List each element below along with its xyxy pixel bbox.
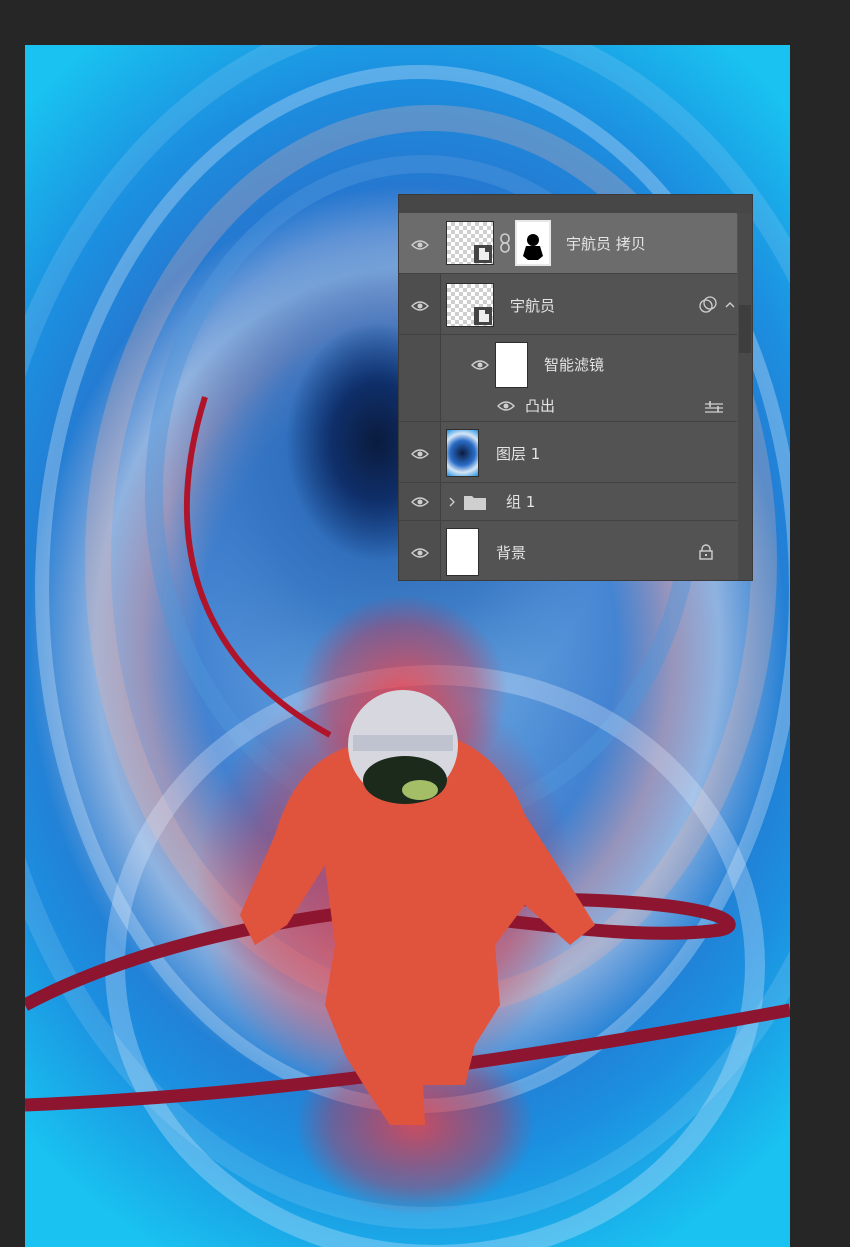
layer-row-astronaut[interactable]: 宇航员 — [399, 274, 737, 335]
eye-icon[interactable] — [411, 448, 429, 460]
layer-mask-thumbnail[interactable] — [515, 220, 551, 266]
layer-row-background[interactable]: 背景 — [399, 521, 737, 580]
layer-name[interactable]: 智能滤镜 — [544, 354, 604, 375]
eye-icon[interactable] — [411, 547, 429, 559]
layer-thumbnail — [446, 528, 479, 576]
filter-effects-icon[interactable] — [698, 296, 718, 314]
helmet-band — [353, 735, 453, 751]
collapse-arrow-icon[interactable] — [724, 300, 736, 310]
filter-options-icon[interactable] — [704, 401, 724, 415]
astronaut-visor-reflection — [402, 780, 438, 800]
eye-icon[interactable] — [497, 400, 515, 412]
smart-filter-mask-thumbnail[interactable] — [495, 342, 528, 388]
layer-row-astronaut-copy[interactable]: 宇航员 拷贝 — [399, 213, 737, 274]
layer-thumbnail — [446, 429, 479, 477]
layer-name[interactable]: 图层 1 — [496, 443, 540, 464]
filter-row-extrude[interactable]: 凸出 — [399, 392, 737, 422]
layer-name[interactable]: 背景 — [496, 542, 526, 563]
layer-name[interactable]: 组 1 — [506, 491, 535, 512]
eye-icon[interactable] — [471, 359, 489, 371]
smart-object-icon — [474, 307, 492, 325]
layers-panel-toolbar — [399, 195, 752, 214]
layer-row-layer1[interactable]: 图层 1 — [399, 422, 737, 483]
scrollbar-thumb[interactable] — [739, 305, 751, 353]
folder-icon — [464, 496, 486, 510]
eye-icon[interactable] — [411, 239, 429, 251]
layer-row-group1[interactable]: 组 1 — [399, 483, 737, 521]
layer-name[interactable]: 宇航员 — [510, 295, 555, 316]
layers-panel[interactable]: 宇航员 拷贝 宇航员 智能滤镜 凸出 图层 1 组 1 背景 — [399, 195, 752, 580]
astronaut-visor — [363, 756, 447, 804]
lock-icon[interactable] — [699, 544, 713, 560]
eye-icon[interactable] — [411, 496, 429, 508]
smart-filter-row[interactable]: 智能滤镜 — [399, 335, 737, 388]
layer-thumbnail — [446, 221, 494, 265]
layers-scrollbar[interactable] — [738, 213, 752, 580]
chevron-right-icon[interactable] — [448, 496, 456, 508]
astronaut-silhouette-icon — [523, 234, 543, 260]
layer-thumbnail — [446, 283, 494, 327]
eye-icon[interactable] — [411, 300, 429, 312]
layer-name[interactable]: 凸出 — [525, 395, 555, 416]
layer-name[interactable]: 宇航员 拷贝 — [566, 233, 646, 254]
smart-object-icon — [474, 245, 492, 263]
chain-link-icon[interactable] — [499, 233, 511, 253]
